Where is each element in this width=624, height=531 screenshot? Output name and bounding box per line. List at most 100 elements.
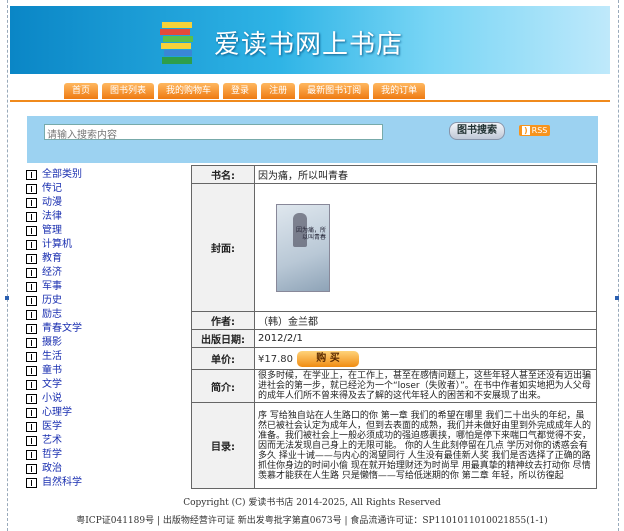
category-item[interactable]: 全部类别: [26, 168, 176, 182]
category-link[interactable]: 心理学: [42, 406, 72, 420]
book-icon: [26, 380, 37, 390]
book-icon: [26, 268, 37, 278]
category-item[interactable]: 心理学: [26, 406, 176, 420]
book-icon: [26, 478, 37, 488]
category-item[interactable]: 哲学: [26, 448, 176, 462]
category-link[interactable]: 小说: [42, 392, 62, 406]
category-sidebar: 全部类别 传记 动漫 法律 管理 计算机 教育 经济 军事 历史 励志 青春文学 摄影 生活 童书 文学 小说心…: [26, 168, 176, 490]
category-item[interactable]: 摄影: [26, 336, 176, 350]
category-item[interactable]: 自然科学: [26, 476, 176, 490]
category-link[interactable]: 传记: [42, 182, 62, 196]
site-title: 爱读书网上书店: [214, 30, 404, 60]
rss-icon: ): [522, 126, 530, 135]
category-link[interactable]: 经济: [42, 266, 62, 280]
category-link[interactable]: 动漫: [42, 196, 62, 210]
category-link[interactable]: 历史: [42, 294, 62, 308]
footer: Copyright (C) 爱读书书店 2014-2025, All Right…: [0, 494, 624, 530]
book-detail-table: 书名: 因为痛，所以叫青春 封面: 因为痛，所以叫青春 作者: （韩）金兰都 出…: [191, 165, 597, 489]
label-summary: 简介:: [191, 369, 255, 403]
row-date: 出版日期: 2012/2/1: [191, 329, 597, 348]
nav-book-list[interactable]: 图书列表: [102, 83, 155, 99]
category-link[interactable]: 童书: [42, 364, 62, 378]
buy-button[interactable]: 购 买: [297, 350, 359, 367]
rss-link[interactable]: ) RSS: [519, 125, 551, 136]
category-link[interactable]: 法律: [42, 210, 62, 224]
book-icon: [26, 310, 37, 320]
cover-title: 因为痛，所以叫青春: [295, 226, 326, 241]
book-icon: [26, 184, 37, 194]
category-link[interactable]: 医学: [42, 420, 62, 434]
category-item[interactable]: 生活: [26, 350, 176, 364]
category-item[interactable]: 文学: [26, 378, 176, 392]
book-icon: [26, 296, 37, 306]
label-author: 作者:: [191, 311, 255, 330]
nav-register[interactable]: 注册: [261, 83, 296, 99]
book-toc: 序 写给独自站在人生路口的你 第一章 我们的希望在哪里 我们二十出头的年纪，虽然…: [254, 402, 597, 489]
category-item[interactable]: 青春文学: [26, 322, 176, 336]
book-icon: [26, 394, 37, 404]
category-link[interactable]: 计算机: [42, 238, 72, 252]
category-item[interactable]: 政治: [26, 462, 176, 476]
category-link[interactable]: 自然科学: [42, 476, 82, 490]
rss-label: RSS: [531, 126, 548, 135]
nav-subscribe[interactable]: 最新图书订阅: [299, 83, 370, 99]
search-input[interactable]: 请输入搜索内容: [44, 124, 383, 141]
category-item[interactable]: 童书: [26, 364, 176, 378]
category-item[interactable]: 经济: [26, 266, 176, 280]
book-author: （韩）金兰都: [254, 311, 597, 330]
row-author: 作者: （韩）金兰都: [191, 311, 597, 330]
book-icon: [26, 282, 37, 292]
category-item[interactable]: 小说: [26, 392, 176, 406]
category-link[interactable]: 哲学: [42, 448, 62, 462]
search-button[interactable]: 图书搜索: [449, 122, 505, 140]
category-item[interactable]: 军事: [26, 280, 176, 294]
row-cover: 封面: 因为痛，所以叫青春: [191, 183, 597, 312]
book-icon: [26, 408, 37, 418]
category-link[interactable]: 全部类别: [42, 168, 82, 182]
category-item[interactable]: 教育: [26, 252, 176, 266]
category-link[interactable]: 生活: [42, 350, 62, 364]
book-icon: [26, 212, 37, 222]
category-item[interactable]: 动漫: [26, 196, 176, 210]
category-link[interactable]: 军事: [42, 280, 62, 294]
category-item[interactable]: 艺术: [26, 434, 176, 448]
book-cover-image[interactable]: 因为痛，所以叫青春: [276, 203, 330, 292]
book-icon: [26, 324, 37, 334]
book-icon: [26, 254, 37, 264]
book-icon: [26, 422, 37, 432]
category-item[interactable]: 历史: [26, 294, 176, 308]
category-link[interactable]: 政治: [42, 462, 62, 476]
book-icon: [26, 436, 37, 446]
site-banner: 爱读书网上书店: [10, 6, 610, 74]
nav-login[interactable]: 登录: [223, 83, 258, 99]
resize-handle-left[interactable]: [5, 296, 9, 300]
search-bar: 请输入搜索内容 图书搜索 ) RSS: [27, 116, 598, 163]
category-item[interactable]: 励志: [26, 308, 176, 322]
resize-handle-right[interactable]: [615, 296, 619, 300]
category-link[interactable]: 教育: [42, 252, 62, 266]
category-link[interactable]: 青春文学: [42, 322, 82, 336]
license-text: 粤ICP证041189号 | 出版物经营许可证 新出发粤批字第直0673号 | …: [76, 516, 548, 526]
row-summary: 简介: 很多时候，在学业上，在工作上，甚至在感情问题上，这些年轻人甚至还没有迈出…: [191, 369, 597, 403]
category-item[interactable]: 计算机: [26, 238, 176, 252]
category-item[interactable]: 管理: [26, 224, 176, 238]
category-link[interactable]: 励志: [42, 308, 62, 322]
book-icon: [26, 352, 37, 362]
row-price: 单价: ¥17.80 购 买: [191, 347, 597, 370]
main-nav: 首页 图书列表 我的购物车 登录 注册 最新图书订阅 我的订单: [10, 78, 610, 102]
row-name: 书名: 因为痛，所以叫青春: [191, 165, 597, 184]
category-item[interactable]: 传记: [26, 182, 176, 196]
label-date: 出版日期:: [191, 329, 255, 348]
nav-cart[interactable]: 我的购物车: [158, 83, 220, 99]
category-link[interactable]: 文学: [42, 378, 62, 392]
category-link[interactable]: 摄影: [42, 336, 62, 350]
category-link[interactable]: 艺术: [42, 434, 62, 448]
book-icon: [26, 450, 37, 460]
label-toc: 目录:: [191, 402, 255, 489]
category-link[interactable]: 管理: [42, 224, 62, 238]
nav-home[interactable]: 首页: [64, 83, 99, 99]
category-item[interactable]: 法律: [26, 210, 176, 224]
nav-orders[interactable]: 我的订单: [373, 83, 426, 99]
category-item[interactable]: 医学: [26, 420, 176, 434]
copyright-text: Copyright (C) 爱读书书店 2014-2025, All Right…: [183, 498, 441, 508]
